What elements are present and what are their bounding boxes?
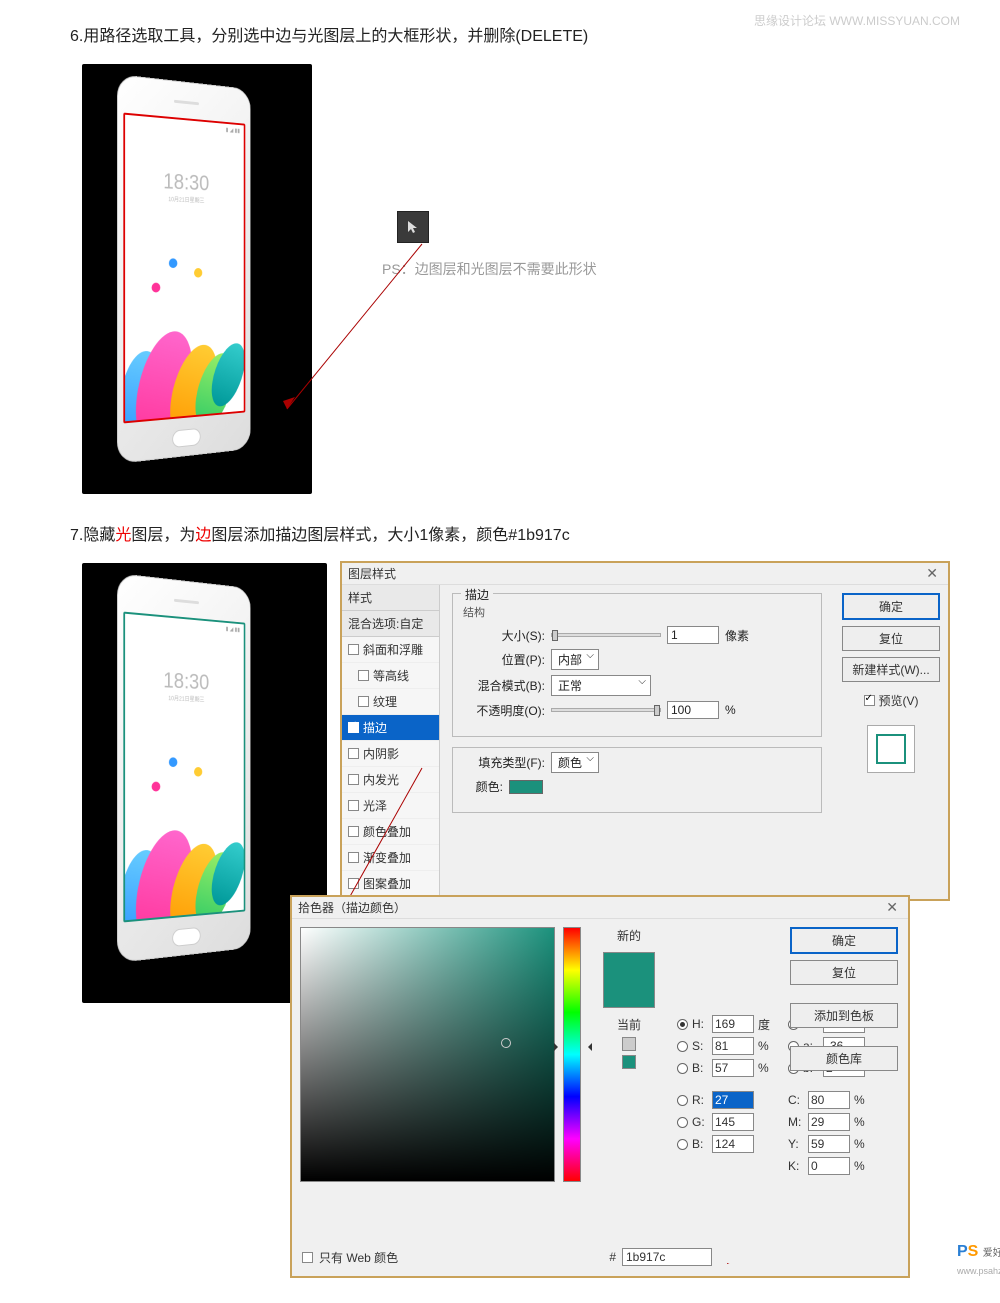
new-current-swatch[interactable] [603, 952, 655, 1008]
size-input[interactable]: 1 [667, 626, 719, 644]
size-slider[interactable] [551, 633, 661, 637]
fill-type-select[interactable]: 颜色 [551, 752, 599, 773]
picker-title: 拾色器（描边颜色） [298, 899, 406, 916]
watermark: 思缘设计论坛 WWW.MISSYUAN.COM [754, 12, 960, 29]
watermark-logo: PS 爱好者 www.psahz.com [957, 1243, 1000, 1279]
c-input[interactable]: 80 [808, 1091, 850, 1109]
arrow-annotation [277, 239, 427, 414]
web-only-checkbox[interactable] [302, 1252, 313, 1263]
s-input[interactable]: 81 [712, 1037, 754, 1055]
style-bevel[interactable]: 斜面和浮雕 [342, 637, 439, 663]
opacity-input[interactable]: 100 [667, 701, 719, 719]
close-icon[interactable]: ✕ [922, 565, 942, 582]
opacity-slider[interactable] [551, 708, 661, 712]
lock-time: 18:30 [163, 169, 209, 196]
preview-checkbox[interactable]: 预览(V) [864, 692, 919, 709]
position-label: 位置(P): [463, 651, 545, 668]
ok-button[interactable]: 确定 [842, 593, 940, 620]
blend-options[interactable]: 混合选项:自定 [342, 611, 439, 637]
new-style-button[interactable]: 新建样式(W)... [842, 657, 940, 682]
status-bar: ▮ ◢ ▮▮ [226, 127, 240, 135]
color-label: 颜色: [463, 778, 503, 795]
radio-s[interactable] [677, 1041, 688, 1052]
blend-mode-select[interactable]: 正常 [551, 675, 651, 696]
lock-date: 10月21日星期三 [168, 194, 204, 204]
g-input[interactable]: 145 [712, 1113, 754, 1131]
saturation-value-field[interactable] [300, 927, 555, 1182]
cube-icon[interactable] [622, 1037, 636, 1051]
reset-button[interactable]: 复位 [842, 626, 940, 651]
fill-type-label: 填充类型(F): [463, 754, 545, 771]
style-stroke[interactable]: 描边 [342, 715, 439, 741]
styles-header[interactable]: 样式 [342, 585, 439, 611]
radio-b[interactable] [677, 1063, 688, 1074]
opacity-label: 不透明度(O): [463, 702, 545, 719]
figure-6: ▮ ◢ ▮▮ 18:30 10月21日星期三 PS：边图层和光图层不需要此形状 [82, 64, 622, 509]
color-library-button[interactable]: 颜色库 [790, 1046, 898, 1071]
figure-7: ▮ ◢ ▮▮ 18:30 10月21日星期三 图层样式 ✕ 样式 混合选项:自 [82, 563, 972, 1283]
r-input[interactable]: 27 [712, 1091, 754, 1109]
h-input[interactable]: 169 [712, 1015, 754, 1033]
web-only-label: 只有 Web 颜色 [319, 1249, 398, 1266]
preview-box [867, 725, 915, 773]
style-texture[interactable]: 纹理 [342, 689, 439, 715]
picker-reset-button[interactable]: 复位 [790, 960, 898, 985]
size-label: 大小(S): [463, 627, 545, 644]
hue-slider[interactable] [563, 927, 581, 1182]
radio-b2[interactable] [677, 1139, 688, 1150]
m-input[interactable]: 29 [808, 1113, 850, 1131]
radio-g[interactable] [677, 1117, 688, 1128]
dialog-title: 图层样式 [348, 565, 396, 582]
step7-title: 7.隐藏光图层，为边图层添加描边图层样式，大小1像素，颜色#1b917c [70, 521, 930, 545]
picker-ok-button[interactable]: 确定 [790, 927, 898, 954]
arrow-to-hex [612, 1262, 742, 1264]
stroke-panel: 描边 结构 大小(S): 1 像素 位置(P): 内部 混合模式(B): 正 [440, 585, 834, 899]
b2-input[interactable]: 124 [712, 1135, 754, 1153]
position-select[interactable]: 内部 [551, 649, 599, 670]
y-input[interactable]: 59 [808, 1135, 850, 1153]
style-contour[interactable]: 等高线 [342, 663, 439, 689]
websafe-swatch[interactable] [622, 1055, 636, 1069]
new-label: 新的 [617, 927, 641, 944]
blend-mode-label: 混合模式(B): [463, 677, 545, 694]
b-input[interactable]: 57 [712, 1059, 754, 1077]
current-label: 当前 [617, 1016, 641, 1033]
radio-r[interactable] [677, 1095, 688, 1106]
add-to-swatches-button[interactable]: 添加到色板 [790, 1003, 898, 1028]
close-icon[interactable]: ✕ [882, 899, 902, 916]
color-picker-dialog: 拾色器（描边颜色） ✕ 新的 当前 H:169度 S:81% [290, 895, 910, 1278]
k-input[interactable]: 0 [808, 1157, 850, 1175]
layer-style-dialog: 图层样式 ✕ 样式 混合选项:自定 斜面和浮雕 等高线 纹理 描边 内阴影 内发… [340, 561, 950, 901]
radio-h[interactable] [677, 1019, 688, 1030]
